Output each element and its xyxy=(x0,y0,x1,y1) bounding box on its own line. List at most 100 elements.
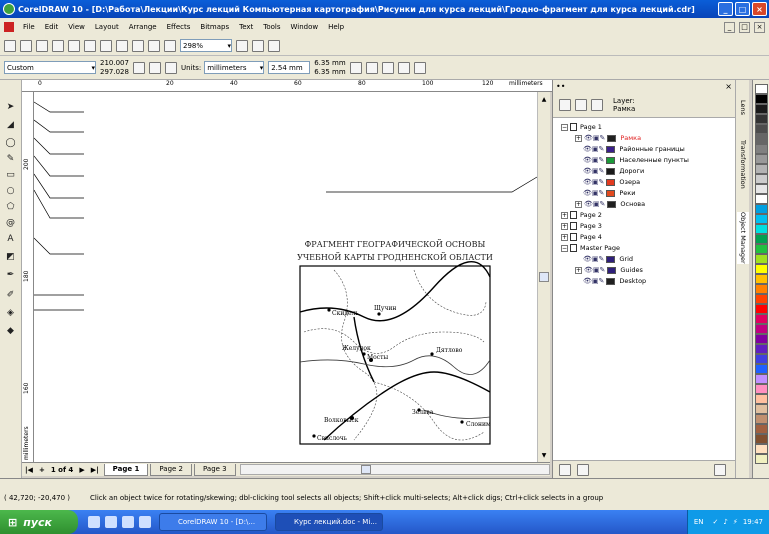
collapse-icon[interactable]: − xyxy=(561,123,568,131)
palette-swatch[interactable] xyxy=(755,394,768,404)
tab-page-2[interactable]: Page 2 xyxy=(150,463,193,476)
new-icon[interactable] xyxy=(4,39,16,52)
minimize-button[interactable]: _ xyxy=(718,2,733,16)
text-tool-icon[interactable]: A xyxy=(4,232,17,245)
add-page-icon[interactable]: + xyxy=(36,466,48,474)
palette-swatch[interactable] xyxy=(755,94,768,104)
tab-transformation[interactable]: Transformation xyxy=(737,140,749,189)
menu-help[interactable]: Help xyxy=(323,23,349,31)
palette-swatch[interactable] xyxy=(755,404,768,414)
palette-swatch[interactable] xyxy=(755,304,768,314)
duplicate-distance[interactable]: 6.35 mm 6.35 mm xyxy=(314,59,345,77)
palette-swatch[interactable] xyxy=(755,444,768,454)
layer-visibility-print-edit-icons[interactable]: 👁▣✎ xyxy=(583,167,604,175)
palette-swatch[interactable] xyxy=(755,324,768,334)
palette-swatch[interactable] xyxy=(755,244,768,254)
polygon-tool-icon[interactable]: ⬠ xyxy=(4,200,17,213)
menu-arrange[interactable]: Arrange xyxy=(124,23,162,31)
menu-effects[interactable]: Effects xyxy=(162,23,196,31)
palette-swatch[interactable] xyxy=(755,204,768,214)
portrait-icon[interactable] xyxy=(132,61,145,74)
show-properties-icon[interactable] xyxy=(559,98,571,111)
palette-swatch[interactable] xyxy=(755,84,768,94)
taskbar-item-coreldraw[interactable]: CorelDRAW 10 - [D:\... xyxy=(159,513,267,531)
palette-swatch[interactable] xyxy=(755,354,768,364)
draw-objects-icon[interactable] xyxy=(413,61,426,74)
tab-lens[interactable]: Lens xyxy=(737,100,749,115)
palette-swatch[interactable] xyxy=(755,234,768,244)
vertical-ruler[interactable]: 200 180 160 millimeters xyxy=(22,92,34,462)
language-indicator[interactable]: EN xyxy=(694,518,704,526)
rectangle-tool-icon[interactable]: ▭ xyxy=(4,168,17,181)
horizontal-ruler[interactable]: 0 20 40 60 80 100 120 millimeters xyxy=(22,80,557,92)
coreldraw-app-icon[interactable] xyxy=(3,3,15,15)
layer-manager-view-icon[interactable] xyxy=(591,98,603,111)
tree-layer-settlements[interactable]: 👁▣✎ Населенные пункты xyxy=(583,155,689,165)
cut-icon[interactable] xyxy=(68,39,80,52)
treat-as-filled-icon[interactable] xyxy=(397,61,410,74)
layer-visibility-print-edit-icons[interactable]: 👁▣✎ xyxy=(583,189,604,197)
tray-network-icon[interactable]: ⚡ xyxy=(733,518,738,526)
tree-page-3[interactable]: + Page 3 xyxy=(561,221,602,231)
horizontal-scrollbar[interactable] xyxy=(239,464,550,475)
layer-visibility-print-edit-icons[interactable]: 👁▣✎ xyxy=(584,200,605,208)
import-icon[interactable] xyxy=(148,39,160,52)
map-title-line-2[interactable]: УЧЕБНОЙ КАРТЫ ГРОДНЕНСКОЙ ОБЛАСТИ xyxy=(297,253,493,262)
duplicate-y-value[interactable]: 6.35 mm xyxy=(314,68,345,77)
clock[interactable]: 19:47 xyxy=(743,518,763,526)
media-icon[interactable] xyxy=(122,516,134,528)
palette-swatch[interactable] xyxy=(755,364,768,374)
palette-swatch[interactable] xyxy=(755,134,768,144)
palette-swatch[interactable] xyxy=(755,344,768,354)
menu-tools[interactable]: Tools xyxy=(258,23,285,31)
maximize-button[interactable]: □ xyxy=(735,2,750,16)
palette-swatch[interactable] xyxy=(755,154,768,164)
palette-swatch[interactable] xyxy=(755,284,768,294)
export-icon[interactable] xyxy=(164,39,176,52)
scroll-down-icon[interactable]: ▼ xyxy=(539,450,549,460)
freehand-tool-icon[interactable]: ✎ xyxy=(4,152,17,165)
save-icon[interactable] xyxy=(36,39,48,52)
browser-icon[interactable] xyxy=(105,516,117,528)
layer-visibility-print-edit-icons[interactable]: 👁▣✎ xyxy=(584,266,605,274)
docker-grip-icon[interactable]: •• xyxy=(556,82,565,91)
palette-swatch[interactable] xyxy=(755,424,768,434)
tray-antivirus-icon[interactable]: ✓ xyxy=(713,518,719,526)
collapse-icon[interactable]: − xyxy=(561,244,568,252)
whats-this-help-icon[interactable] xyxy=(268,39,280,52)
tab-object-manager[interactable]: Object Manager xyxy=(737,212,749,264)
palette-swatch[interactable] xyxy=(755,124,768,134)
zoom-level-select[interactable]: 298% ▾ xyxy=(180,39,232,52)
guidelines-icon[interactable] xyxy=(365,61,378,74)
duplicate-x-value[interactable]: 6.35 mm xyxy=(314,59,345,68)
tray-volume-icon[interactable]: ♪ xyxy=(723,518,727,526)
shape-tool-icon[interactable]: ◢ xyxy=(4,118,17,131)
doc-minimize-button[interactable]: _ xyxy=(724,21,735,33)
palette-swatch[interactable] xyxy=(755,114,768,124)
snap-to-objects-icon[interactable] xyxy=(381,61,394,74)
landscape-icon[interactable] xyxy=(148,61,161,74)
docker-close-icon[interactable]: × xyxy=(725,82,732,91)
menu-layout[interactable]: Layout xyxy=(90,23,124,31)
palette-swatch[interactable] xyxy=(755,254,768,264)
application-launcher-icon[interactable] xyxy=(236,39,248,52)
desktop-icon[interactable] xyxy=(88,516,100,528)
new-master-layer-icon[interactable] xyxy=(577,463,589,476)
app-icon[interactable] xyxy=(139,516,151,528)
last-page-icon[interactable]: ▶| xyxy=(88,466,102,474)
layer-visibility-print-edit-icons[interactable]: 👁▣✎ xyxy=(584,134,605,142)
outline-tool-icon[interactable]: ✐ xyxy=(4,288,17,301)
close-button[interactable]: × xyxy=(752,2,767,16)
palette-swatch[interactable] xyxy=(755,294,768,304)
palette-swatch[interactable] xyxy=(755,454,768,464)
map-title-line-1[interactable]: ФРАГМЕНТ ГЕОГРАФИЧЕСКОЙ ОСНОВЫ xyxy=(305,240,486,249)
copy-icon[interactable] xyxy=(84,39,96,52)
doc-restore-button[interactable]: □ xyxy=(739,21,750,33)
palette-swatch[interactable] xyxy=(755,184,768,194)
paste-icon[interactable] xyxy=(100,39,112,52)
palette-swatch[interactable] xyxy=(755,174,768,184)
ellipse-tool-icon[interactable]: ○ xyxy=(4,184,17,197)
tree-master-page[interactable]: − Master Page xyxy=(561,243,620,253)
layer-visibility-print-edit-icons[interactable]: 👁▣✎ xyxy=(583,255,604,263)
menu-view[interactable]: View xyxy=(63,23,90,31)
